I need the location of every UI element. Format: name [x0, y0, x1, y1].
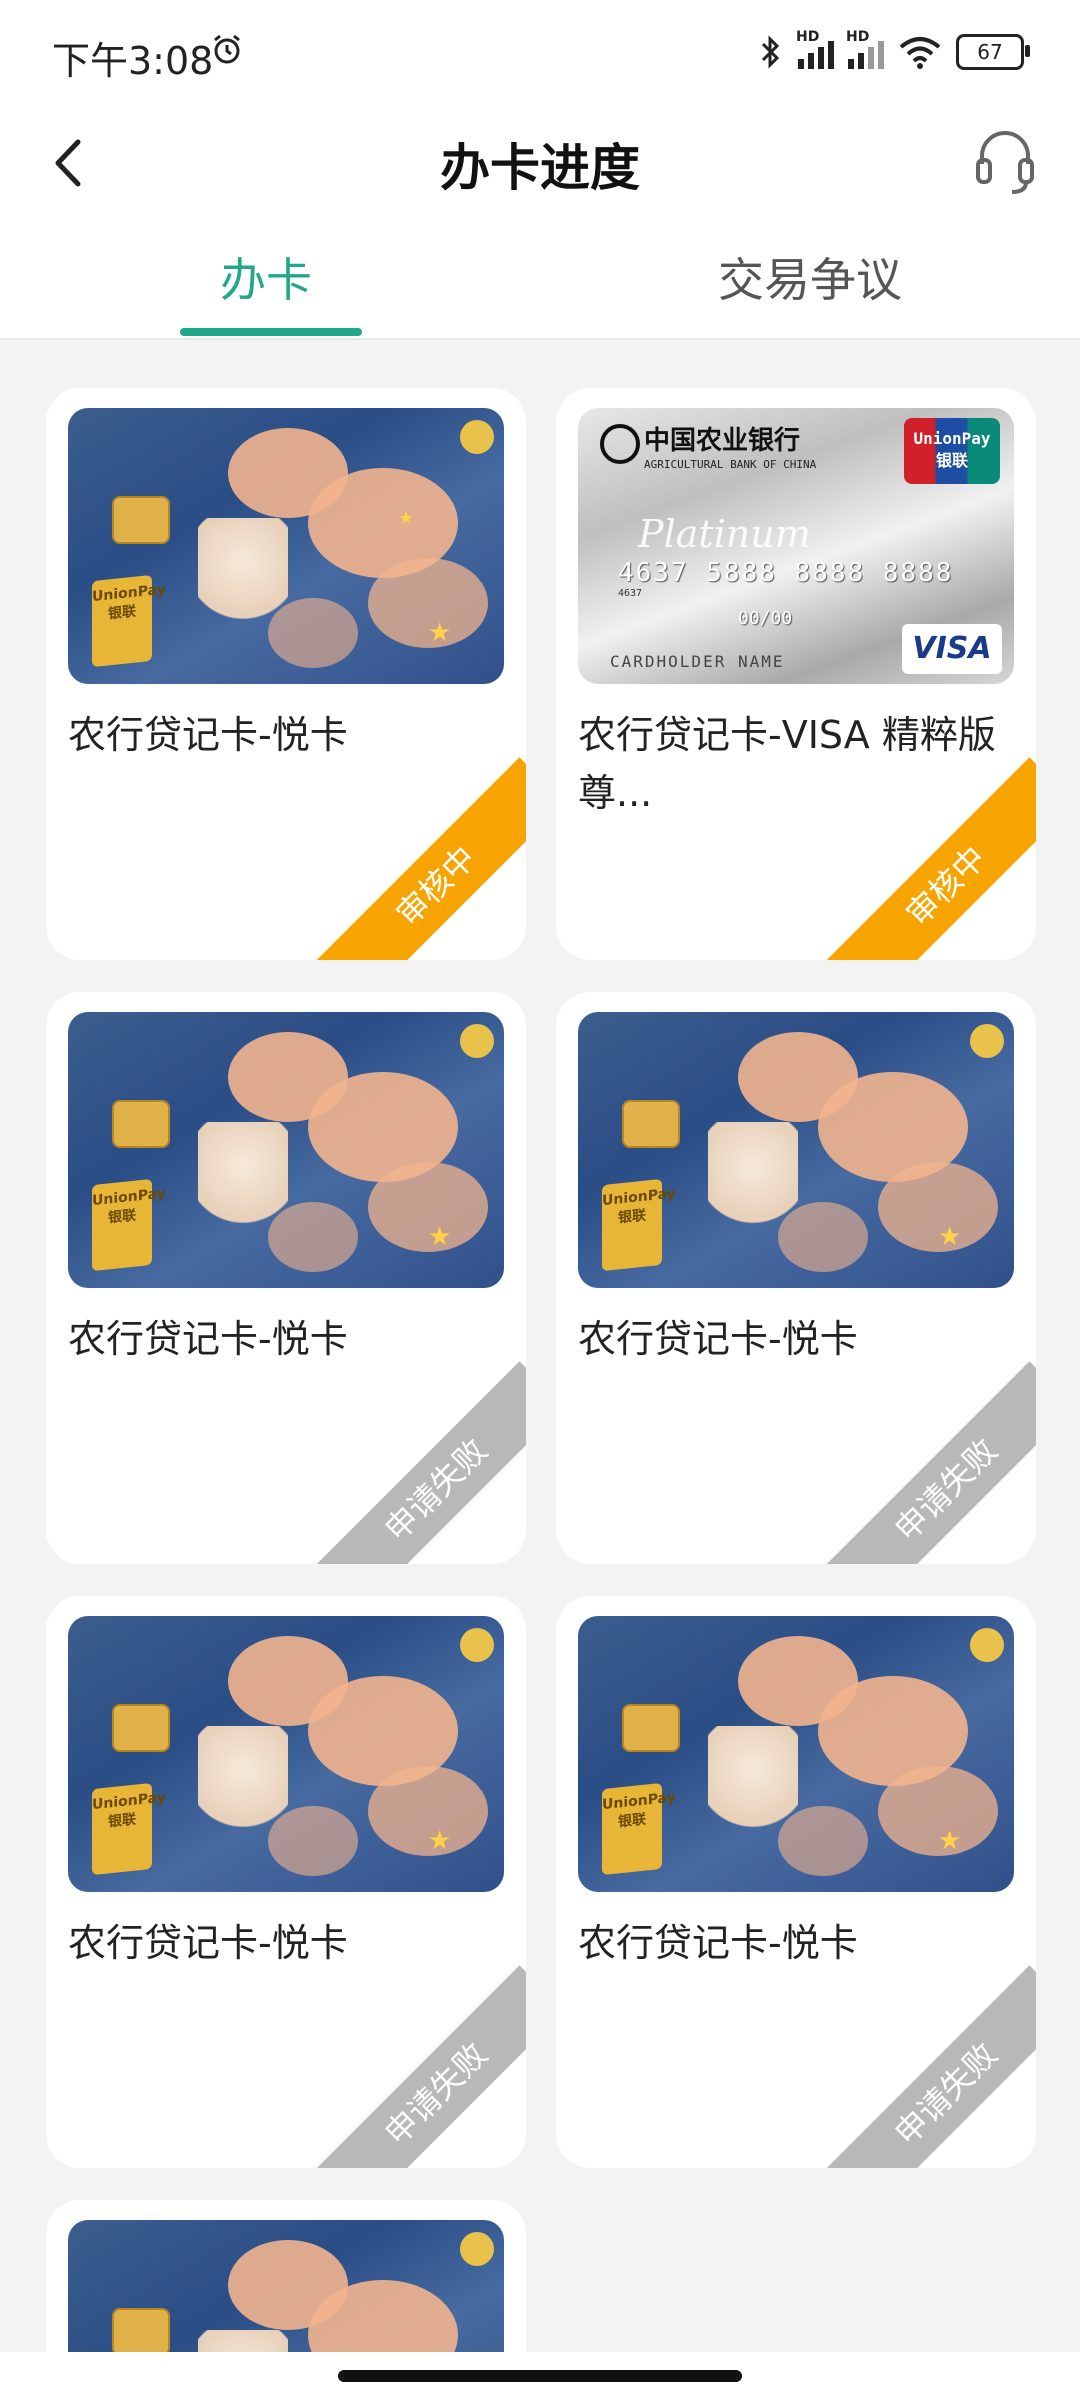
card-item[interactable]: UnionPay 银联 ★ 农行贷记卡-悦卡 申请失败 [46, 1596, 526, 2168]
card-image: UnionPay 银联 ★ ★ [68, 408, 504, 684]
card-name: 农行贷记卡-VISA 精粹版尊... [578, 713, 996, 815]
status-time: 下午3:08 [52, 39, 214, 83]
card-image: 中国农业银行 AGRICULTURAL BANK OF CHINA UnionP… [578, 408, 1014, 684]
card-image: UnionPay 银联 ★ [578, 1012, 1014, 1288]
unionpay-logo: UnionPay 银联 [92, 574, 166, 668]
bank-logo-icon [600, 424, 640, 464]
status-badge: 审核中 [307, 757, 526, 960]
card-name: 农行贷记卡-悦卡 [578, 1921, 858, 1965]
bank-logo-icon [460, 2232, 494, 2266]
card-image: UnionPay 银联 ★ [68, 1616, 504, 1892]
tab-active-indicator [180, 328, 362, 336]
header: 办卡进度 [0, 110, 1080, 220]
status-icons: HD HD 67 [758, 29, 1030, 70]
customer-service-icon[interactable] [970, 122, 1040, 200]
unionpay-logo: UnionPay 银联 [92, 1178, 166, 1272]
card-name: 农行贷记卡-悦卡 [68, 1921, 348, 1965]
card-item[interactable]: 中国农业银行 AGRICULTURAL BANK OF CHINA UnionP… [556, 388, 1036, 960]
signal-icon-1: HD [796, 29, 834, 69]
tab-transaction-dispute[interactable]: 交易争议 [718, 244, 902, 310]
status-badge: 申请失败 [817, 1361, 1036, 1564]
bank-logo-icon [460, 1628, 494, 1662]
tab-bar: 办卡 交易争议 [0, 220, 1080, 340]
status-badge: 申请失败 [817, 1965, 1036, 2168]
card-name: 农行贷记卡-悦卡 [68, 713, 348, 757]
bank-logo-icon [460, 1024, 494, 1058]
unionpay-logo: UnionPay 银联 [904, 418, 1000, 484]
visa-logo: VISA [902, 624, 1002, 674]
status-badge: 申请失败 [307, 1361, 526, 1564]
unionpay-logo: UnionPay 银联 [602, 1178, 676, 1272]
card-name: 农行贷记卡-悦卡 [68, 1317, 348, 1361]
alarm-icon [214, 34, 240, 64]
card-image: UnionPay 银联 ★ [578, 1616, 1014, 1892]
wifi-icon [899, 37, 941, 69]
bank-logo-icon [970, 1024, 1004, 1058]
unionpay-logo: UnionPay 银联 [92, 1782, 166, 1876]
page-title: 办卡进度 [440, 139, 640, 197]
card-item[interactable]: UnionPay 银联 ★ ★ 农行贷记卡-悦卡 审核中 [46, 388, 526, 960]
status-badge: 申请失败 [307, 1965, 526, 2168]
card-name: 农行贷记卡-悦卡 [578, 1317, 858, 1361]
status-bar: 下午3:08 HD HD 67 [0, 0, 1080, 110]
signal-icon-2: HD [846, 29, 884, 69]
tab-card-application[interactable]: 办卡 [220, 244, 312, 310]
card-item[interactable]: UnionPay 银联 ★ 农行贷记卡-悦卡 申请失败 [46, 992, 526, 1564]
card-item[interactable]: UnionPay 银联 ★ 农行贷记卡-悦卡 申请失败 [556, 1596, 1036, 2168]
unionpay-logo: UnionPay 银联 [602, 1782, 676, 1876]
home-indicator[interactable] [338, 2370, 742, 2382]
card-item[interactable]: UnionPay 银联 ★ 农行贷记卡-悦卡 申请失败 [556, 992, 1036, 1564]
bluetooth-icon [761, 35, 780, 69]
card-image: UnionPay 银联 ★ [68, 1012, 504, 1288]
bank-logo-icon [970, 1628, 1004, 1662]
battery-icon: 67 [956, 34, 1030, 70]
bank-logo-icon [460, 420, 494, 454]
